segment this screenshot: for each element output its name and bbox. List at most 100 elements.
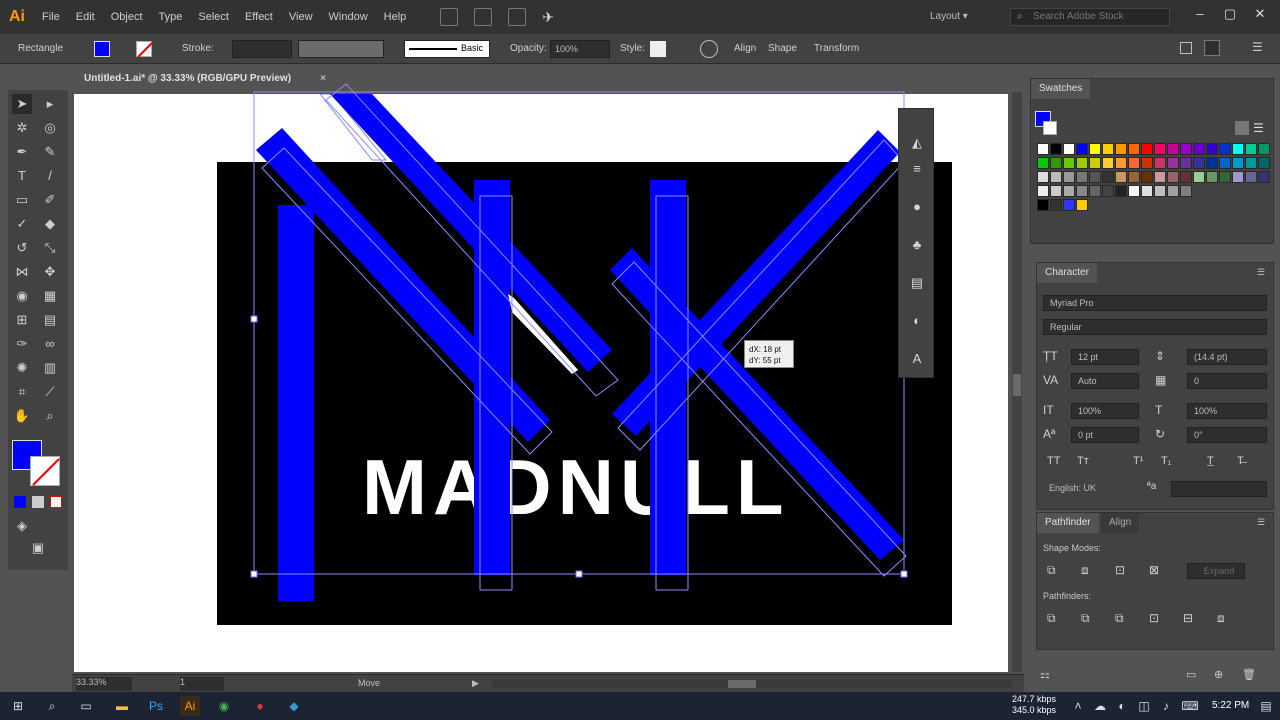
align-tab[interactable]: Align bbox=[1101, 513, 1140, 533]
horizontal-scale-field[interactable]: 100% bbox=[1187, 403, 1267, 419]
panel-options-icon[interactable] bbox=[1204, 40, 1220, 56]
layers-icon[interactable]: ◭ bbox=[907, 133, 927, 153]
color-swatch[interactable] bbox=[1063, 157, 1075, 169]
color-swatch[interactable] bbox=[1258, 157, 1270, 169]
color-swatch[interactable] bbox=[1115, 143, 1127, 155]
color-swatch[interactable] bbox=[1258, 143, 1270, 155]
color-swatch[interactable] bbox=[1193, 143, 1205, 155]
properties-icon[interactable]: ▤ bbox=[907, 273, 927, 293]
color-swatch[interactable] bbox=[1128, 185, 1140, 197]
logo-bar-middle[interactable] bbox=[474, 180, 510, 575]
subscript-icon[interactable]: T₁ bbox=[1161, 455, 1171, 467]
swatch-grid-view-icon[interactable]: ☰ bbox=[1253, 121, 1267, 135]
volume-icon[interactable]: ♪ bbox=[1156, 696, 1176, 716]
maximize-icon[interactable]: ▢ bbox=[1222, 6, 1238, 22]
photoshop-icon[interactable]: Ps bbox=[146, 696, 166, 716]
stock-search-input[interactable]: ⌕ Search Adobe Stock bbox=[1010, 8, 1170, 26]
symbols-icon[interactable]: ♣ bbox=[907, 235, 927, 255]
color-swatch[interactable] bbox=[1154, 185, 1166, 197]
color-swatch[interactable] bbox=[1076, 199, 1088, 211]
color-swatch[interactable] bbox=[1141, 171, 1153, 183]
color-swatch[interactable] bbox=[1141, 157, 1153, 169]
color-swatch[interactable] bbox=[1037, 143, 1049, 155]
crop-icon[interactable]: ⊡ bbox=[1149, 611, 1159, 625]
all-caps-icon[interactable]: TT bbox=[1047, 455, 1060, 467]
color-swatch[interactable] bbox=[1063, 199, 1075, 211]
language-field[interactable]: English: UK bbox=[1043, 481, 1123, 497]
strikethrough-icon[interactable]: T̶ bbox=[1237, 455, 1244, 467]
intersect-icon[interactable]: ⊡ bbox=[1115, 563, 1125, 577]
exclude-icon[interactable]: ⊠ bbox=[1149, 563, 1159, 577]
search-icon[interactable]: ⌕ bbox=[42, 696, 62, 716]
color-swatch[interactable] bbox=[1245, 157, 1257, 169]
color-swatch[interactable] bbox=[1076, 171, 1088, 183]
zoom-field[interactable]: 33.33% bbox=[76, 677, 132, 691]
color-swatch[interactable] bbox=[1050, 185, 1062, 197]
close-window-icon[interactable]: ✕ bbox=[1252, 6, 1268, 22]
arrange-icon[interactable] bbox=[1180, 42, 1192, 54]
color-swatch[interactable] bbox=[1219, 157, 1231, 169]
color-swatch[interactable] bbox=[1167, 185, 1179, 197]
color-swatch[interactable] bbox=[1050, 171, 1062, 183]
color-swatch[interactable] bbox=[1037, 185, 1049, 197]
color-swatch[interactable] bbox=[1102, 157, 1114, 169]
color-swatch[interactable] bbox=[1180, 157, 1192, 169]
color-swatch[interactable] bbox=[1232, 171, 1244, 183]
color-swatch[interactable] bbox=[1193, 171, 1205, 183]
color-swatch[interactable] bbox=[1180, 185, 1192, 197]
tray-cloud-icon[interactable]: ☁ bbox=[1090, 696, 1110, 716]
unite-icon[interactable]: ⧉ bbox=[1047, 563, 1056, 578]
glyphs-icon[interactable]: A bbox=[907, 349, 927, 369]
swatch-list-view-icon[interactable] bbox=[1235, 121, 1249, 135]
action-center-icon[interactable]: ▤ bbox=[1256, 696, 1276, 716]
color-swatch[interactable] bbox=[1089, 143, 1101, 155]
color-swatch[interactable] bbox=[1180, 143, 1192, 155]
vertical-scale-field[interactable]: 100% bbox=[1071, 403, 1139, 419]
color-swatch[interactable] bbox=[1219, 143, 1231, 155]
color-swatch[interactable] bbox=[1063, 143, 1075, 155]
panel-menu-icon[interactable]: ☰ bbox=[1257, 517, 1267, 527]
swatches-tab[interactable]: Swatches bbox=[1031, 79, 1091, 99]
swatch-stroke-indicator[interactable] bbox=[1043, 121, 1057, 135]
color-swatch[interactable] bbox=[1115, 185, 1127, 197]
color-swatch[interactable] bbox=[1037, 199, 1049, 211]
divide-icon[interactable]: ⧉ bbox=[1047, 611, 1056, 626]
minimize-icon[interactable]: – bbox=[1192, 6, 1208, 22]
color-swatch[interactable] bbox=[1167, 157, 1179, 169]
color-swatch[interactable] bbox=[1206, 143, 1218, 155]
color-swatch[interactable] bbox=[1050, 199, 1062, 211]
color-swatch[interactable] bbox=[1219, 171, 1231, 183]
color-swatch[interactable] bbox=[1128, 171, 1140, 183]
new-swatch-icon[interactable]: ⊕ bbox=[1214, 668, 1223, 681]
color-swatch[interactable] bbox=[1115, 171, 1127, 183]
leading-field[interactable]: (14.4 pt) bbox=[1187, 349, 1267, 365]
windows-start-icon[interactable]: ⊞ bbox=[8, 696, 28, 716]
color-swatch[interactable] bbox=[1102, 171, 1114, 183]
scroll-thumb[interactable] bbox=[728, 680, 756, 688]
color-swatch[interactable] bbox=[1232, 143, 1244, 155]
appearance-icon[interactable]: ◐ bbox=[907, 311, 927, 331]
brushes-icon[interactable]: ● bbox=[907, 197, 927, 217]
anti-aliasing-field[interactable] bbox=[1171, 481, 1267, 497]
trim-icon[interactable]: ⧉ bbox=[1081, 611, 1090, 626]
font-family-field[interactable]: Myriad Pro bbox=[1043, 295, 1267, 311]
color-swatch[interactable] bbox=[1245, 171, 1257, 183]
delete-swatch-icon[interactable]: 🗑 bbox=[1242, 668, 1256, 681]
illustrator-icon[interactable]: Ai bbox=[180, 696, 200, 716]
color-swatch[interactable] bbox=[1089, 157, 1101, 169]
control-menu-icon[interactable]: ☰ bbox=[1252, 40, 1266, 54]
kerning-field[interactable]: Auto bbox=[1071, 373, 1139, 389]
character-tab[interactable]: Character bbox=[1037, 263, 1097, 283]
color-swatch[interactable] bbox=[1167, 171, 1179, 183]
color-swatch[interactable] bbox=[1180, 171, 1192, 183]
color-swatch[interactable] bbox=[1037, 171, 1049, 183]
tracking-field[interactable]: 0 bbox=[1187, 373, 1267, 389]
color-swatch[interactable] bbox=[1206, 157, 1218, 169]
color-swatch[interactable] bbox=[1089, 171, 1101, 183]
app-icon[interactable]: ◆ bbox=[284, 696, 304, 716]
status-arrow-icon[interactable]: ▶ bbox=[472, 678, 479, 689]
file-explorer-icon[interactable]: ▬ bbox=[112, 696, 132, 716]
outline-icon[interactable]: ⊟ bbox=[1183, 611, 1193, 625]
character-rotation-field[interactable]: 0° bbox=[1187, 427, 1267, 443]
color-swatch[interactable] bbox=[1050, 143, 1062, 155]
